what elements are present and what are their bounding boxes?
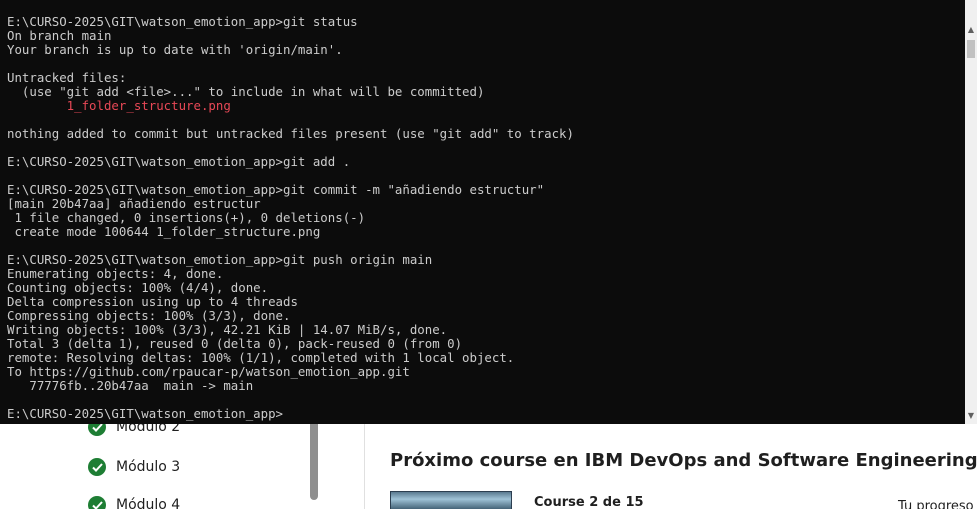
terminal-scrollbar[interactable]: ▲ ▼	[965, 0, 977, 424]
next-course-heading: Próximo course en IBM DevOps and Softwar…	[390, 450, 977, 471]
terminal-line: To https://github.com/rpaucar-p/watson_e…	[7, 364, 410, 379]
terminal-line: create mode 100644 1_folder_structure.pn…	[7, 224, 321, 239]
terminal-line: E:\CURSO-2025\GIT\watson_emotion_app>git…	[7, 154, 351, 169]
sidebar-scroll-thumb[interactable]	[310, 418, 318, 500]
progress-label: Tu progreso	[898, 499, 974, 509]
terminal-line: Delta compression using up to 4 threads	[7, 294, 298, 309]
desktop: Módulo 2 Módulo 3 Módulo 4 Próximo cours…	[0, 0, 977, 509]
terminal-line: Enumerating objects: 4, done.	[7, 266, 224, 281]
course-counter: Course 2 de 15	[534, 495, 644, 509]
triangle-up-icon[interactable]: ▲	[965, 22, 977, 36]
check-circle-icon	[88, 496, 106, 509]
terminal-line: remote: Resolving deltas: 100% (1/1), co…	[7, 350, 515, 365]
terminal-line: Counting objects: 100% (4/4), done.	[7, 280, 269, 295]
terminal-line: E:\CURSO-2025\GIT\watson_emotion_app>git…	[7, 182, 545, 197]
terminal-line: Writing objects: 100% (3/3), 42.21 KiB |…	[7, 322, 448, 337]
terminal-line: Your branch is up to date with 'origin/m…	[7, 42, 343, 57]
terminal-line: (use "git add <file>..." to include in w…	[7, 84, 485, 99]
module-label: Módulo 3	[116, 459, 181, 475]
terminal-line: Compressing objects: 100% (3/3), done.	[7, 308, 291, 323]
triangle-down-icon[interactable]: ▼	[965, 408, 977, 422]
terminal-window[interactable]: E:\CURSO-2025\GIT\watson_emotion_app>git…	[0, 0, 977, 424]
terminal-line: On branch main	[7, 28, 112, 43]
module-item-4[interactable]: Módulo 4	[88, 494, 180, 509]
module-item-3[interactable]: Módulo 3	[88, 456, 180, 478]
terminal-line: Untracked files:	[7, 70, 127, 85]
module-label: Módulo 4	[116, 497, 181, 509]
terminal-scroll-thumb[interactable]	[967, 40, 975, 58]
terminal-line: 1_folder_structure.png	[7, 98, 231, 113]
terminal-line: 77776fb..20b47aa main -> main	[7, 378, 254, 393]
terminal-line: nothing added to commit but untracked fi…	[7, 126, 574, 141]
check-circle-icon	[88, 458, 106, 476]
terminal-line: E:\CURSO-2025\GIT\watson_emotion_app>	[7, 406, 284, 421]
terminal-line: E:\CURSO-2025\GIT\watson_emotion_app>git…	[7, 252, 433, 267]
terminal-line: Total 3 (delta 1), reused 0 (delta 0), p…	[7, 336, 463, 351]
terminal-line: [main 20b47aa] añadiendo estructur	[7, 196, 261, 211]
terminal-line: E:\CURSO-2025\GIT\watson_emotion_app>git…	[7, 14, 358, 29]
course-thumbnail[interactable]	[390, 491, 512, 509]
terminal-output: E:\CURSO-2025\GIT\watson_emotion_app>git…	[7, 15, 962, 421]
terminal-line: 1 file changed, 0 insertions(+), 0 delet…	[7, 210, 366, 225]
